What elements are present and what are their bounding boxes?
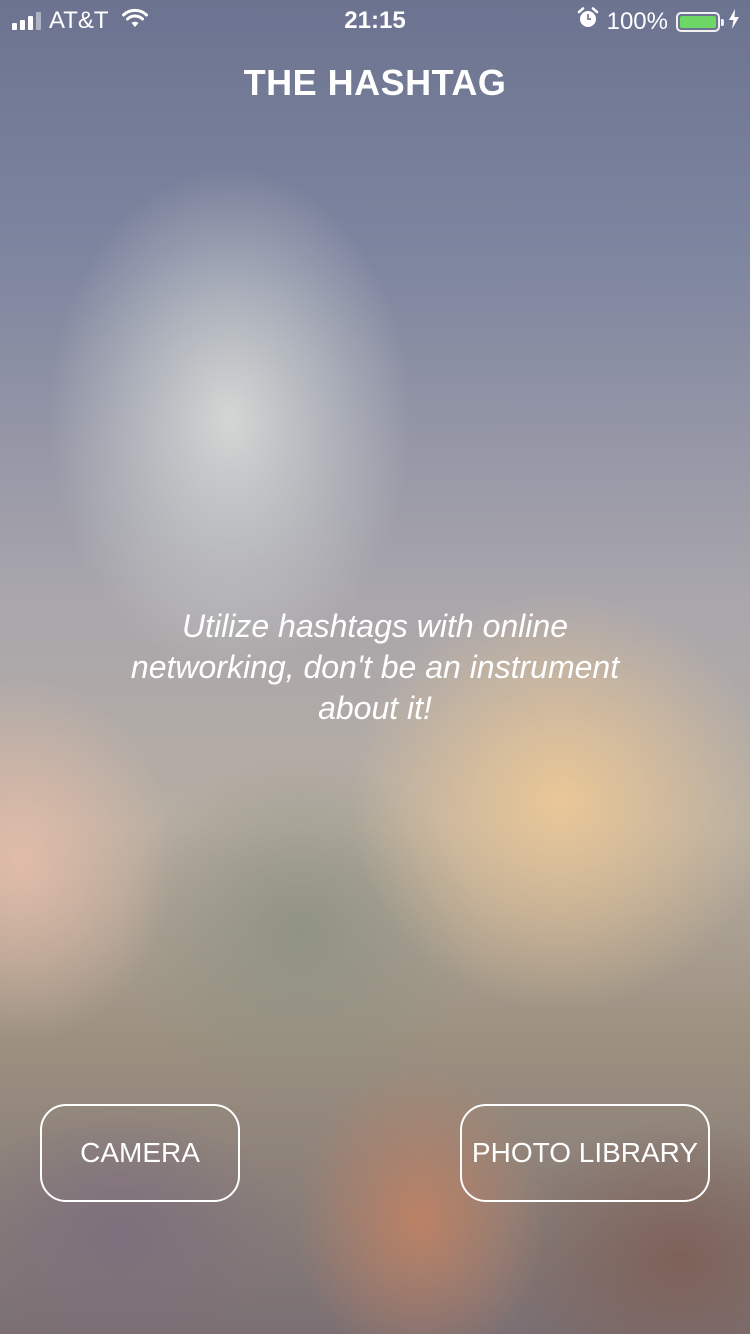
battery-icon xyxy=(676,11,724,32)
battery-fill xyxy=(680,15,716,28)
camera-button[interactable]: CAMERA xyxy=(40,1104,240,1202)
charging-bolt-icon xyxy=(728,8,740,36)
battery-percent: 100% xyxy=(606,7,668,35)
tagline-text: Utilize hashtags with online networking,… xyxy=(130,608,620,726)
alarm-icon xyxy=(577,7,599,36)
photo-library-button[interactable]: PHOTO LIBRARY xyxy=(460,1104,710,1202)
battery-cap xyxy=(721,18,724,26)
page-title: THE HASHTAG xyxy=(243,62,507,103)
status-bar: AT&T 21:15 100% xyxy=(0,0,750,40)
status-bar-right: 100% xyxy=(577,7,740,36)
